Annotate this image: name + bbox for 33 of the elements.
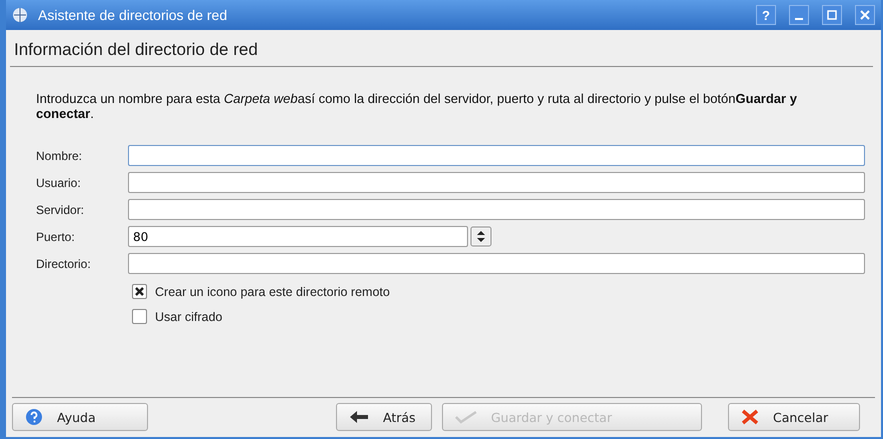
checkbox-label: Usar cifrado — [155, 310, 222, 324]
close-icon — [860, 10, 870, 20]
checkbox[interactable] — [132, 309, 147, 324]
spin-buttons-icon[interactable] — [470, 226, 492, 247]
field-label: Directorio: — [36, 256, 92, 270]
maximize-button[interactable] — [822, 5, 842, 25]
window-title: Asistente de directorios de red — [38, 7, 228, 23]
close-button[interactable] — [855, 5, 875, 25]
back-button[interactable]: Atrás — [336, 403, 432, 431]
checkbox[interactable] — [132, 284, 147, 299]
field-label: Puerto: — [36, 230, 76, 244]
instructions: Introduzca un nombre para esta Carpeta webasí como la dirección del servidor, puerto y ruta al directorio y pulse el botónGuardar y conectar. — [35, 90, 798, 121]
help-button[interactable]: ? — [756, 5, 776, 25]
input-field[interactable] — [128, 172, 865, 193]
minimize-button[interactable] — [789, 5, 809, 25]
page-heading: Información del directorio de red — [10, 30, 873, 67]
input-field[interactable] — [128, 253, 865, 274]
checkmark-icon — [455, 410, 477, 424]
globe-icon — [12, 7, 28, 23]
maximize-icon — [827, 10, 837, 20]
input-field[interactable] — [128, 199, 865, 220]
minimize-icon — [795, 18, 803, 20]
cancel-button[interactable]: Cancelar — [728, 403, 860, 431]
help-button[interactable]: Ayuda — [12, 403, 148, 431]
field-label: Servidor: — [36, 202, 86, 216]
left-arrow-icon — [349, 410, 369, 424]
field-label: Nombre: — [36, 148, 84, 162]
field-label: Usuario: — [36, 176, 82, 190]
cross-icon — [741, 409, 759, 425]
help-icon — [25, 408, 43, 426]
input-field[interactable] — [128, 145, 865, 166]
checkbox-label: Crear un icono para este directorio remoto — [155, 284, 390, 298]
port-field[interactable]: 80 — [128, 226, 468, 247]
